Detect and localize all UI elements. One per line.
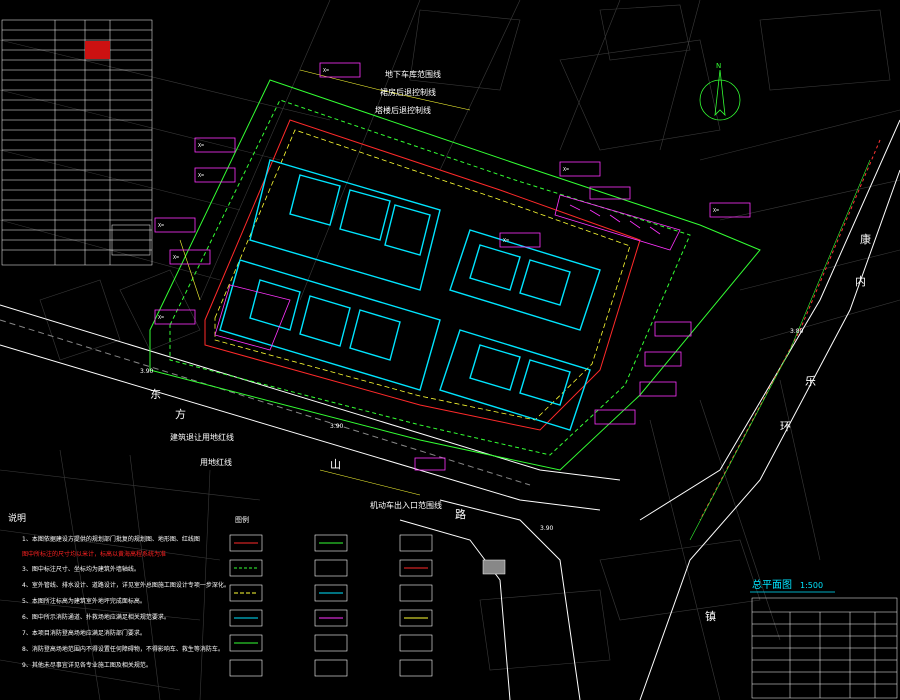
coordinate-tags xyxy=(154,62,751,471)
roads xyxy=(0,119,900,700)
legend-title: 图例 xyxy=(235,515,249,524)
notes-title: 说明 xyxy=(8,512,26,524)
notes-block: 说明 1、本图依据建设方提供的规划部门批复的规划图、地形图、红线图 图中所标注的… xyxy=(8,512,230,669)
vehicle-entrance-label: 机动车出入口范围线 xyxy=(370,500,442,510)
north-label: N xyxy=(716,62,721,70)
svg-text:X=: X= xyxy=(563,167,569,173)
land-line-label: 用地红线 xyxy=(200,457,232,467)
elevation-3: 3.90 xyxy=(540,525,554,532)
svg-text:X=: X= xyxy=(323,68,329,74)
svg-text:X=: X= xyxy=(713,208,719,214)
notes-item-5: 5、本图所注标高为建筑室外地坪完成面标高。 xyxy=(22,597,146,605)
elevation-1: 3.90 xyxy=(140,368,154,375)
hatch-areas xyxy=(214,194,681,351)
notes-item-6: 6、图中所示消防通道、扑救场地应满足相关规范要求。 xyxy=(22,613,170,621)
notes-item-3: 3、图中标注尺寸、坐标均为建筑外墙轴线。 xyxy=(22,565,140,573)
svg-text:X=: X= xyxy=(198,173,204,179)
svg-text:X=: X= xyxy=(158,223,164,229)
notes-item-4: 4、室外管线、排水设计、道路设计，详见室外总图施工图设计专项一步深化。 xyxy=(22,581,230,589)
plan-title-scale: 1:500 xyxy=(800,581,823,590)
plan-title-label: 总平面图 xyxy=(752,578,792,591)
svg-text:X=: X= xyxy=(503,238,509,244)
notes-red-item: 图中所标注的尺寸均以米计，标高以黄海高程系统为准 xyxy=(22,550,166,558)
svg-text:X=: X= xyxy=(198,143,204,149)
road-char-4: 路 xyxy=(455,508,466,521)
svg-text:X=: X= xyxy=(173,255,179,261)
legend: 图例 xyxy=(229,515,506,677)
south-road-char: 镇 xyxy=(705,609,716,623)
elevation-2: 3.90 xyxy=(330,423,344,430)
east-road-char-4: 环 xyxy=(780,420,791,433)
east-road-char-1: 康 xyxy=(860,232,871,246)
background-grid xyxy=(0,0,900,700)
summary-table xyxy=(751,597,898,699)
podium-line-label: 裙房后退控制线 xyxy=(380,87,436,97)
elevation-4: 3.80 xyxy=(790,328,804,335)
notes-item-1: 1、本图依据建设方提供的规划部门批复的规划图、地形图、红线图 xyxy=(22,535,200,543)
dimension-lines xyxy=(179,69,471,496)
notes-item-9: 9、其他未尽事宜详见各专业施工图及相关规范。 xyxy=(22,661,152,669)
data-table xyxy=(1,19,153,266)
elevation-marks: 3.90 3.90 3.90 3.80 xyxy=(140,328,804,532)
annotations: 地下车库范围线 裙房后退控制线 塔楼后退控制线 建筑退让用地红线 用地红线 机动… xyxy=(170,69,442,510)
coordinate-tag-text: X= X= X= X= X= X= X= X= X= xyxy=(158,68,719,321)
east-road-char-2: 内 xyxy=(855,274,866,288)
notes-item-8: 8、消防登高场地范围内不得设置任何障碍物，不得影响车、救生等消防车。 xyxy=(22,645,224,653)
east-road-char-3: 乐 xyxy=(805,375,816,388)
site-plan-drawing: X= X= X= X= X= X= X= X= X= 东 方 山 路 康 内 乐… xyxy=(0,0,900,700)
basement-line-label: 地下车库范围线 xyxy=(385,69,441,79)
tower-line-label: 塔楼后退控制线 xyxy=(375,105,431,115)
plan-title: 总平面图 1:500 xyxy=(750,578,835,593)
building-setback-label: 建筑退让用地红线 xyxy=(170,432,234,442)
road-char-1: 东 xyxy=(150,388,161,401)
road-char-3: 山 xyxy=(330,458,341,471)
road-char-2: 方 xyxy=(175,407,186,421)
notes-item-7: 7、本项目消防登高场地应满足消防部门要求。 xyxy=(22,629,146,637)
svg-text:X=: X= xyxy=(158,315,164,321)
north-arrow-icon: N xyxy=(699,62,741,121)
